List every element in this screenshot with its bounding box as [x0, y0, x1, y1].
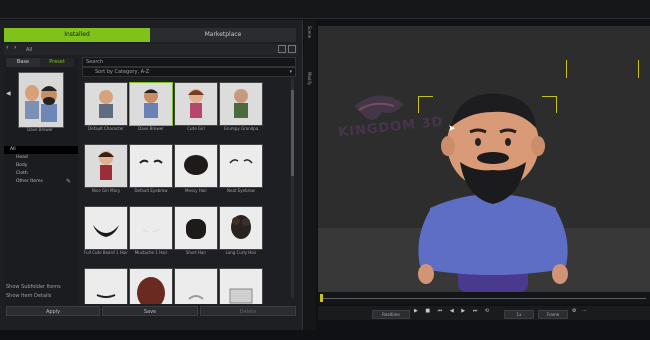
- refresh-icon[interactable]: [278, 45, 286, 53]
- grid-item[interactable]: [174, 268, 218, 304]
- show-details-check[interactable]: Show Item Details: [6, 293, 51, 299]
- grid-item-label: Short Hair: [185, 250, 207, 255]
- grid-item-label: Default Eyebrow: [134, 188, 168, 193]
- save-button[interactable]: Save: [102, 306, 198, 316]
- grid-item[interactable]: [129, 206, 173, 250]
- side-tab-scene[interactable]: Scene: [307, 26, 312, 38]
- tree-item-cloth[interactable]: Cloth: [4, 170, 78, 178]
- mouse-cursor-icon: ➤: [448, 124, 456, 134]
- grid-item[interactable]: [129, 268, 173, 304]
- grid-item-label: Messy Hair: [185, 188, 207, 193]
- timeline-bar[interactable]: [318, 292, 650, 304]
- viewport-character[interactable]: [408, 88, 578, 296]
- grid-item[interactable]: [219, 206, 263, 250]
- tree-item-all[interactable]: All: [4, 146, 78, 154]
- delete-button[interactable]: Delete: [200, 306, 296, 316]
- grid-item-label: Mustache 1 Hair: [134, 250, 168, 255]
- app-title-bar: [0, 0, 650, 19]
- subtab-base[interactable]: Base: [6, 58, 40, 67]
- grid-item[interactable]: [84, 206, 128, 250]
- tab-installed[interactable]: Installed: [4, 28, 150, 42]
- tree-item-head[interactable]: Head: [4, 154, 78, 162]
- path-label: All: [26, 47, 33, 53]
- grid-item[interactable]: [219, 144, 263, 188]
- character-model: [418, 93, 568, 292]
- apply-button[interactable]: Apply: [6, 306, 100, 316]
- transport-buttons[interactable]: ▶ ■ ⏮ ◀ ▶ ⏭ ⟲: [414, 308, 492, 314]
- guide-marker: [566, 60, 567, 78]
- grid-item[interactable]: [84, 268, 128, 304]
- tree-item-body[interactable]: Body: [4, 162, 78, 170]
- scrollbar-thumb[interactable]: [291, 90, 294, 176]
- search-placeholder: Search: [86, 59, 104, 65]
- selected-preview-label: Dave Brewer: [27, 127, 53, 132]
- grid-item-selected[interactable]: [129, 82, 173, 126]
- back-icon[interactable]: ‹: [6, 44, 8, 51]
- asset-grid: Default Character Dave Brewer Cute Girl …: [82, 80, 288, 304]
- frame-field[interactable]: Frame: [538, 310, 568, 319]
- guide-marker: [638, 60, 639, 78]
- search-input[interactable]: Search: [82, 57, 296, 67]
- grid-item[interactable]: [174, 206, 218, 250]
- grid-item-label: Full Cute Beard 1 Hair: [84, 250, 128, 255]
- edit-pencil-icon[interactable]: ✎: [66, 178, 71, 185]
- grid-item[interactable]: [129, 144, 173, 188]
- options-icon[interactable]: ⋯: [582, 308, 587, 314]
- grid-item-label: Neat Eyebrow: [227, 188, 255, 193]
- path-toolbar: ‹ › All: [4, 44, 298, 55]
- timeline-track[interactable]: [320, 298, 646, 299]
- sort-dropdown[interactable]: Sort by Category, A-Z ▾: [82, 67, 296, 77]
- side-tab-modify[interactable]: Modify: [307, 72, 312, 85]
- grid-item[interactable]: [84, 82, 128, 126]
- filter-icon[interactable]: [288, 45, 296, 53]
- tab-marketplace[interactable]: Marketplace: [150, 28, 296, 42]
- grid-item[interactable]: [84, 144, 128, 188]
- selected-preview-thumbnail: [18, 72, 64, 128]
- prev-preview-icon[interactable]: ◀: [6, 90, 11, 97]
- preview-character-art: [19, 73, 63, 127]
- grid-item-label: Long Curly Hair: [225, 250, 257, 255]
- side-tab-strip: Scene Modify: [304, 20, 316, 330]
- sort-dropdown-value: Sort by Category, A-Z: [95, 69, 150, 75]
- show-subfolder-check[interactable]: Show Subfolder Items: [6, 284, 61, 290]
- grid-item[interactable]: [219, 82, 263, 126]
- grid-scrollbar[interactable]: [291, 78, 294, 298]
- grid-item[interactable]: [219, 268, 263, 304]
- playback-mode-dropdown[interactable]: Realtime: [372, 310, 410, 319]
- settings-icon[interactable]: ⚙: [572, 308, 576, 314]
- grid-item-label: Dave Brewer: [138, 126, 164, 131]
- forward-icon[interactable]: ›: [14, 44, 16, 51]
- chevron-down-icon: ▾: [289, 69, 292, 75]
- timeline-playhead[interactable]: [320, 294, 323, 302]
- grid-item[interactable]: [174, 144, 218, 188]
- subtab-preset[interactable]: Preset: [40, 58, 74, 67]
- grid-item-label: Grumpy Grandpa: [223, 126, 259, 131]
- grid-item[interactable]: [174, 82, 218, 126]
- grid-item-label: Default Character: [88, 126, 124, 131]
- playback-speed-dropdown[interactable]: 1x: [504, 310, 534, 319]
- grid-item-label: Cute Girl: [187, 126, 205, 131]
- grid-item-label: Nice Girl Mary: [91, 188, 121, 193]
